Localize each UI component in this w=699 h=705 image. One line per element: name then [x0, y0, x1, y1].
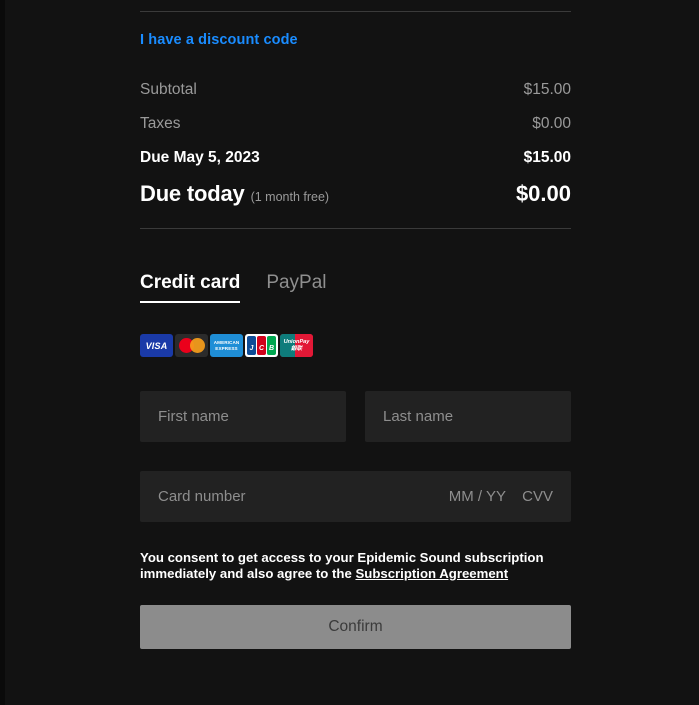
card-details-row — [140, 471, 571, 522]
summary-row-subtotal: Subtotal $15.00 — [140, 81, 571, 99]
summary-value: $15.00 — [523, 81, 571, 98]
left-edge-strip — [0, 0, 5, 705]
summary-row-taxes: Taxes $0.00 — [140, 115, 571, 133]
discount-code-section: I have a discount code — [140, 31, 571, 49]
first-name-input[interactable] — [140, 391, 346, 442]
mastercard-card-icon — [175, 334, 208, 357]
consent-section: You consent to get access to your Epidem… — [140, 550, 571, 582]
amex-card-icon: AMERICAN EXPRESS — [210, 334, 243, 357]
due-today-label: Due today — [140, 181, 245, 206]
payment-method-tabs: Credit card PayPal — [140, 272, 571, 303]
unionpay-card-icon: UnionPay 銀联 — [280, 334, 313, 357]
summary-row-due-today: Due today (1 month free) $0.00 — [140, 181, 571, 207]
jcb-card-icon — [245, 334, 278, 357]
card-cvv-input[interactable] — [515, 471, 553, 522]
subscription-agreement-link[interactable]: Subscription Agreement — [355, 566, 508, 581]
consent-text: You consent to get access to your Epidem… — [140, 550, 571, 582]
summary-value: $0.00 — [532, 115, 571, 132]
payment-top-divider — [140, 228, 571, 229]
checkout-page: I have a discount code Subtotal $15.00 T… — [0, 0, 699, 705]
name-fields-row — [140, 391, 571, 442]
discount-code-link[interactable]: I have a discount code — [140, 32, 298, 48]
accepted-card-brands: VISA AMERICAN EXPRESS UnionPay — [140, 334, 571, 357]
due-today-value: $0.00 — [515, 181, 571, 206]
due-today-note: (1 month free) — [250, 190, 330, 204]
confirm-button[interactable]: Confirm — [140, 605, 571, 649]
summary-top-divider — [140, 11, 571, 12]
card-number-input[interactable] — [140, 471, 434, 522]
last-name-input[interactable] — [365, 391, 571, 442]
summary-label: Due May 5, 2023 — [140, 149, 260, 166]
summary-label: Subtotal — [140, 81, 197, 98]
tab-paypal[interactable]: PayPal — [266, 272, 326, 303]
tab-credit-card[interactable]: Credit card — [140, 272, 241, 303]
card-expiry-input[interactable] — [434, 471, 506, 522]
card-expiry-cvv-group — [434, 471, 571, 522]
confirm-section: Confirm — [140, 605, 571, 649]
summary-value: $15.00 — [523, 149, 571, 166]
visa-card-icon: VISA — [140, 334, 173, 357]
summary-label: Taxes — [140, 115, 181, 132]
summary-row-due-date: Due May 5, 2023 $15.00 — [140, 149, 571, 167]
due-today-group: Due today (1 month free) — [140, 181, 329, 207]
